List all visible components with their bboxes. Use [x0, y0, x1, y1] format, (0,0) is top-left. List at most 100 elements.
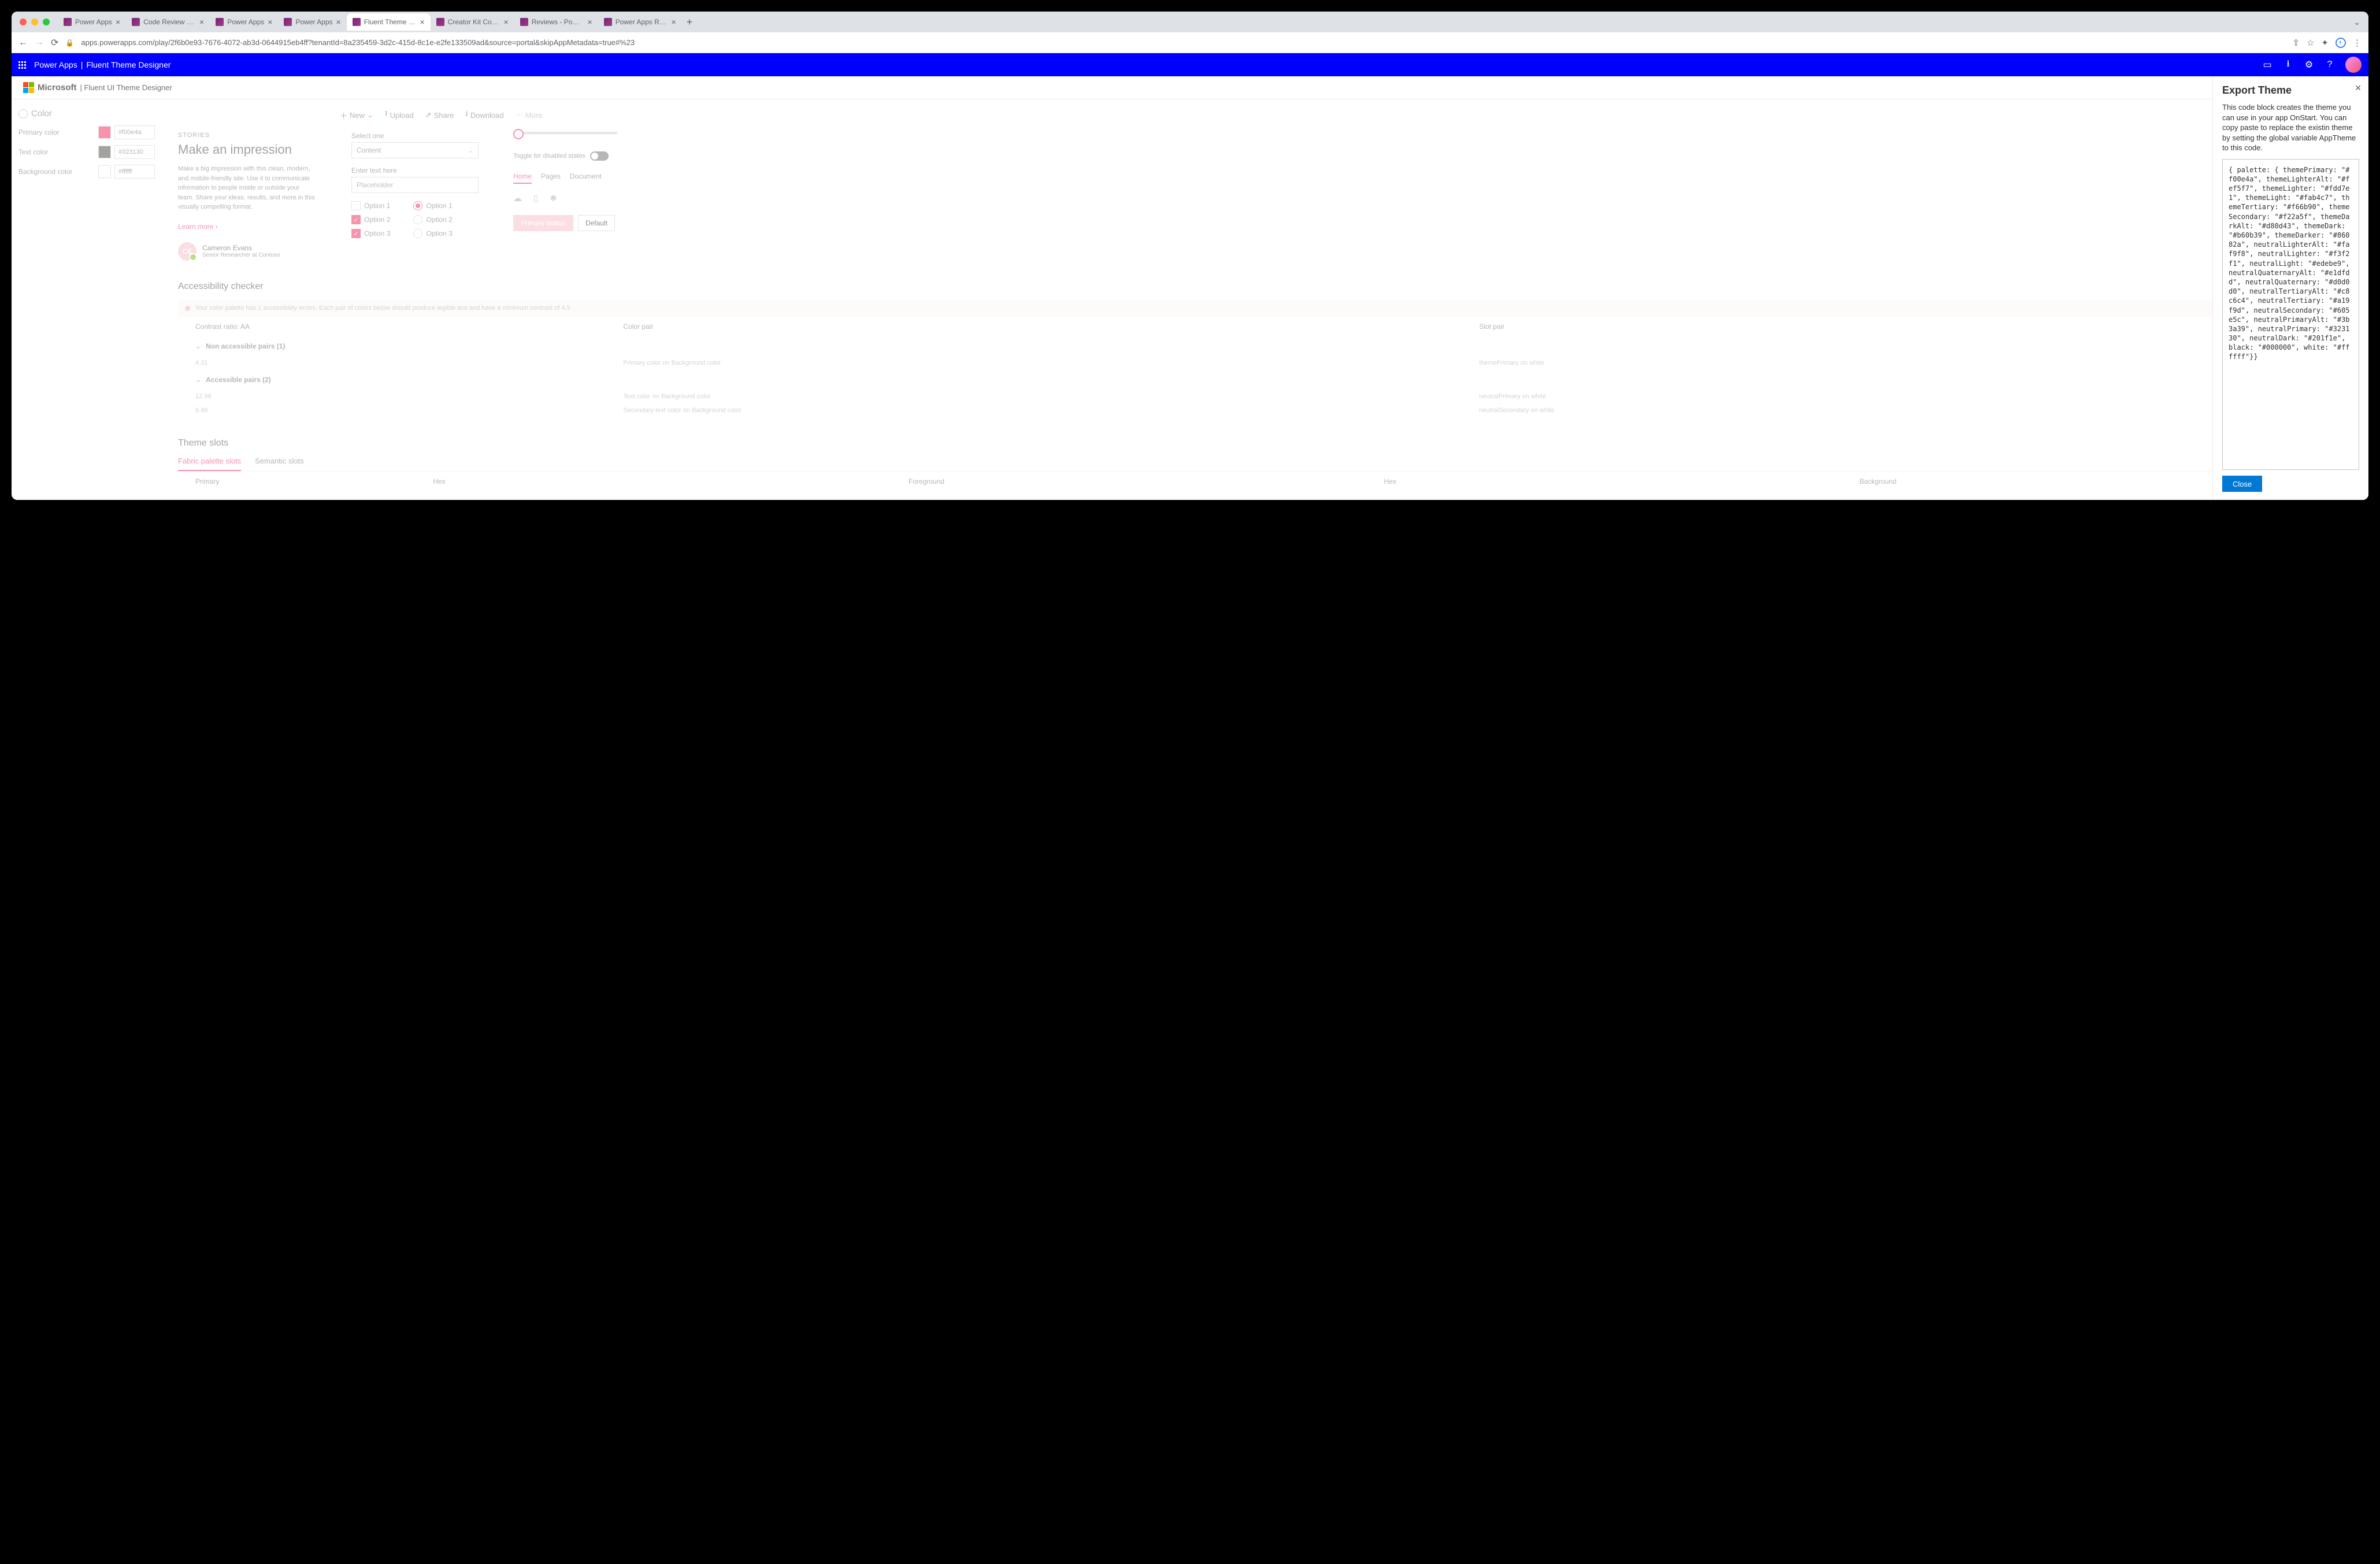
- toggle-row: Toggle for disabled states: [513, 151, 617, 161]
- product-name: Power Apps: [34, 60, 77, 69]
- story-label: STORIES: [178, 132, 317, 139]
- checkbox-option[interactable]: ✓Option 2: [351, 215, 390, 224]
- persona-avatar: CE: [178, 242, 197, 261]
- share-icon[interactable]: ⇪: [2292, 38, 2300, 48]
- upload-button[interactable]: ⭱Upload: [385, 109, 414, 121]
- color-swatch[interactable]: [98, 146, 111, 158]
- radio-option[interactable]: Option 1: [413, 201, 452, 210]
- tab-home[interactable]: Home: [513, 172, 532, 184]
- color-swatch[interactable]: [98, 165, 111, 178]
- share-button[interactable]: ⇗Share: [425, 110, 454, 120]
- select-label: Select one: [351, 132, 479, 140]
- browser-tab[interactable]: Power Apps×: [58, 13, 126, 31]
- app-launcher-icon[interactable]: [18, 61, 26, 69]
- story-title: Make an impression: [178, 142, 317, 157]
- default-button[interactable]: Default: [578, 215, 615, 231]
- maximize-window[interactable]: [43, 18, 50, 25]
- close-tab-icon[interactable]: ×: [420, 17, 425, 27]
- table-row: 6.46Secondary text color on Background c…: [178, 403, 2352, 417]
- table-row: 12.98Text color on Background colorneutr…: [178, 390, 2352, 403]
- primary-button[interactable]: Primary button: [513, 215, 573, 231]
- accessible-section[interactable]: Accessible pairs (2): [178, 370, 2352, 390]
- cloud-icon[interactable]: ☁: [513, 193, 522, 203]
- close-tab-icon[interactable]: ×: [672, 17, 676, 27]
- favicon-icon: [353, 18, 361, 26]
- bookmark-icon[interactable]: ☆: [2307, 38, 2314, 48]
- forward-button[interactable]: →: [35, 38, 44, 48]
- persona-name: Cameron Evans: [202, 244, 280, 252]
- lock-icon[interactable]: 🔒: [65, 39, 74, 47]
- story-body: Make a big impression with this clean, m…: [178, 164, 317, 212]
- close-tab-icon[interactable]: ×: [336, 17, 341, 27]
- close-button[interactable]: Close: [2222, 476, 2262, 492]
- favicon-icon: [604, 18, 612, 26]
- sun-icon[interactable]: ✱: [550, 193, 557, 203]
- color-hex-input[interactable]: [114, 145, 155, 159]
- disabled-toggle[interactable]: [590, 151, 609, 161]
- close-window[interactable]: [20, 18, 27, 25]
- close-tab-icon[interactable]: ×: [199, 17, 204, 27]
- browser-tab[interactable]: Fluent Theme Designer - P×: [347, 13, 431, 31]
- browser-tab[interactable]: Reviews - Power Apps×: [514, 13, 598, 31]
- checkbox-option[interactable]: ✓Option 3: [351, 229, 390, 238]
- text-input[interactable]: [351, 177, 479, 193]
- pivot-semantic[interactable]: Semantic slots: [255, 457, 304, 471]
- pivot-fabric[interactable]: Fabric palette slots: [178, 457, 241, 471]
- favicon-icon: [520, 18, 528, 26]
- browser-tab[interactable]: Power Apps×: [278, 13, 346, 31]
- browser-menu-icon[interactable]: ⋮: [2353, 38, 2362, 48]
- color-swatch[interactable]: [98, 126, 111, 139]
- browser-tab[interactable]: Creator Kit Control Referen×: [431, 13, 514, 31]
- tab-list-button[interactable]: ⌄: [2350, 17, 2364, 27]
- non-accessible-section[interactable]: Non accessible pairs (1): [178, 336, 2352, 356]
- user-avatar[interactable]: [2345, 57, 2362, 73]
- text-label: Enter text here: [351, 166, 479, 175]
- back-button[interactable]: ←: [18, 38, 28, 48]
- new-button[interactable]: ＋New ⌄: [340, 110, 373, 121]
- content-dropdown[interactable]: Content: [351, 142, 479, 158]
- more-button[interactable]: ⋯More: [516, 110, 543, 120]
- radio-option[interactable]: Option 3: [413, 229, 452, 238]
- slots-pivot: Fabric palette slots Semantic slots: [178, 457, 2352, 472]
- color-hex-input[interactable]: [114, 165, 155, 179]
- preview-area: ＋New ⌄ ⭱Upload ⇗Share ⭳Download ⋯More ST…: [162, 99, 2368, 500]
- a11y-table-header: Contrast ratio: AA Color pair Slot pair: [178, 317, 2352, 336]
- checkbox-option[interactable]: Option 1: [351, 201, 390, 210]
- favicon-icon: [64, 18, 72, 26]
- browser-address-bar: ← → ⟳ 🔒 apps.powerapps.com/play/2f6b0e93…: [12, 32, 2368, 53]
- color-row: Background color: [18, 165, 155, 179]
- profile-button[interactable]: ◐: [2335, 38, 2346, 48]
- color-row: Primary color: [18, 125, 155, 139]
- close-icon[interactable]: ✕: [2355, 83, 2362, 93]
- minimize-window[interactable]: [31, 18, 38, 25]
- settings-icon[interactable]: ⚙: [2304, 60, 2314, 70]
- tab-pages[interactable]: Pages: [541, 172, 561, 184]
- checkbox-icon: ✓: [351, 215, 361, 224]
- new-tab-button[interactable]: +: [682, 16, 698, 28]
- tab-document[interactable]: Document: [570, 172, 602, 184]
- reload-button[interactable]: ⟳: [51, 37, 58, 49]
- slider[interactable]: [513, 132, 617, 134]
- download-button[interactable]: ⭳Download: [465, 109, 503, 121]
- url-text[interactable]: apps.powerapps.com/play/2f6b0e93-7676-40…: [81, 38, 2285, 47]
- close-tab-icon[interactable]: ×: [116, 17, 120, 27]
- help-icon[interactable]: ?: [2325, 60, 2335, 70]
- color-hex-input[interactable]: [114, 125, 155, 139]
- browser-tab[interactable]: Power Apps Review Tool -×: [598, 13, 682, 31]
- fit-icon[interactable]: ▭: [2262, 60, 2273, 70]
- radio-option[interactable]: Option 2: [413, 215, 452, 224]
- close-tab-icon[interactable]: ×: [268, 17, 272, 27]
- download-icon[interactable]: ⭳: [2283, 60, 2293, 70]
- theme-code-box[interactable]: { palette: { themePrimary: "#f00e4a", th…: [2222, 159, 2359, 470]
- favicon-icon: [132, 18, 140, 26]
- color-heading: Color: [18, 109, 155, 118]
- phone-icon[interactable]: ▯: [533, 193, 538, 203]
- browser-tab[interactable]: Code Review Tool Experim×: [126, 13, 210, 31]
- close-tab-icon[interactable]: ×: [504, 17, 509, 27]
- browser-tab[interactable]: Power Apps×: [210, 13, 278, 31]
- window-controls[interactable]: [20, 18, 50, 25]
- close-tab-icon[interactable]: ×: [588, 17, 592, 27]
- app-bar: Power Apps|Fluent Theme Designer ▭ ⭳ ⚙ ?: [12, 53, 2368, 76]
- learn-more-link[interactable]: Learn more ›: [178, 223, 317, 231]
- extensions-icon[interactable]: ✦: [2321, 38, 2329, 48]
